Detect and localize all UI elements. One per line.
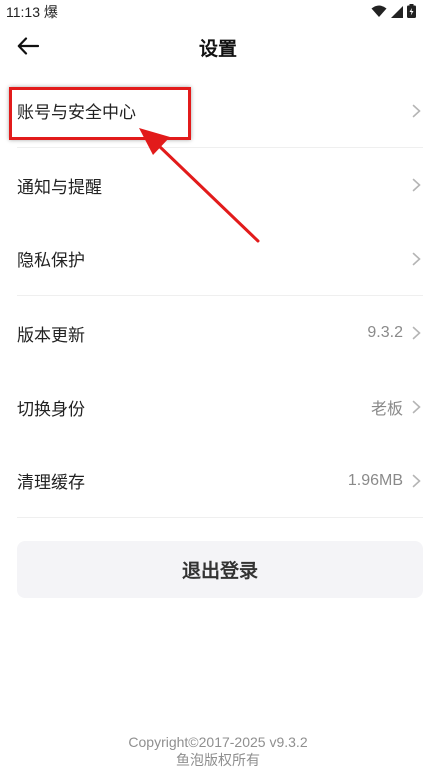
- copyright-text: Copyright©2017-2025 v9.3.2: [128, 734, 308, 750]
- settings-list: 账号与安全中心 通知与提醒 隐私保护 版本更新 9.3.2 切换身份 老板 清理…: [17, 74, 423, 518]
- time-text: 11:13: [6, 4, 40, 20]
- item-right: 老板: [371, 395, 423, 419]
- item-right: 9.3.2: [367, 324, 423, 342]
- item-right: [403, 104, 423, 118]
- footer: Copyright©2017-2025 v9.3.2 鱼泡版权所有: [0, 733, 436, 769]
- status-bar: 11:13 爆: [0, 0, 436, 22]
- settings-item-version-update[interactable]: 版本更新 9.3.2: [17, 296, 423, 370]
- app-header: 设置: [0, 22, 436, 74]
- owner-text: 鱼泡版权所有: [176, 752, 260, 768]
- item-right: [403, 252, 423, 266]
- settings-item-notifications[interactable]: 通知与提醒: [17, 148, 423, 222]
- chevron-right-icon: [409, 252, 423, 266]
- item-label: 切换身份: [17, 399, 85, 420]
- signal-icon: [391, 3, 403, 22]
- identity-value: 老板: [370, 401, 403, 418]
- item-label: 清理缓存: [17, 473, 85, 493]
- settings-item-clear-cache[interactable]: 清理缓存 1.96MB: [17, 444, 423, 518]
- item-label: 通知与提醒: [17, 177, 102, 198]
- status-icons: [371, 3, 416, 22]
- status-time: 11:13 爆: [6, 2, 58, 22]
- cache-size-value: 1.96MB: [347, 471, 403, 489]
- settings-item-account-security[interactable]: 账号与安全中心: [17, 74, 423, 148]
- chevron-right-icon: [409, 474, 423, 488]
- settings-item-privacy[interactable]: 隐私保护: [17, 222, 423, 296]
- item-label: 隐私保护: [17, 251, 85, 271]
- chevron-right-icon: [409, 178, 423, 192]
- page-title: 设置: [198, 38, 237, 60]
- settings-item-switch-identity[interactable]: 切换身份 老板: [17, 370, 423, 444]
- item-right: [403, 178, 423, 192]
- item-right: 1.96MB: [348, 472, 423, 490]
- item-label: 版本更新: [17, 325, 85, 346]
- chevron-right-icon: [409, 400, 423, 414]
- logout-button[interactable]: 退出登录: [17, 541, 423, 598]
- chevron-right-icon: [409, 326, 423, 340]
- chevron-right-icon: [409, 104, 423, 118]
- battery-icon: [407, 3, 416, 22]
- version-value: 9.3.2: [367, 324, 403, 341]
- wifi-icon: [371, 3, 387, 22]
- notification-glyph: 爆: [43, 4, 58, 20]
- item-label: 账号与安全中心: [17, 103, 136, 123]
